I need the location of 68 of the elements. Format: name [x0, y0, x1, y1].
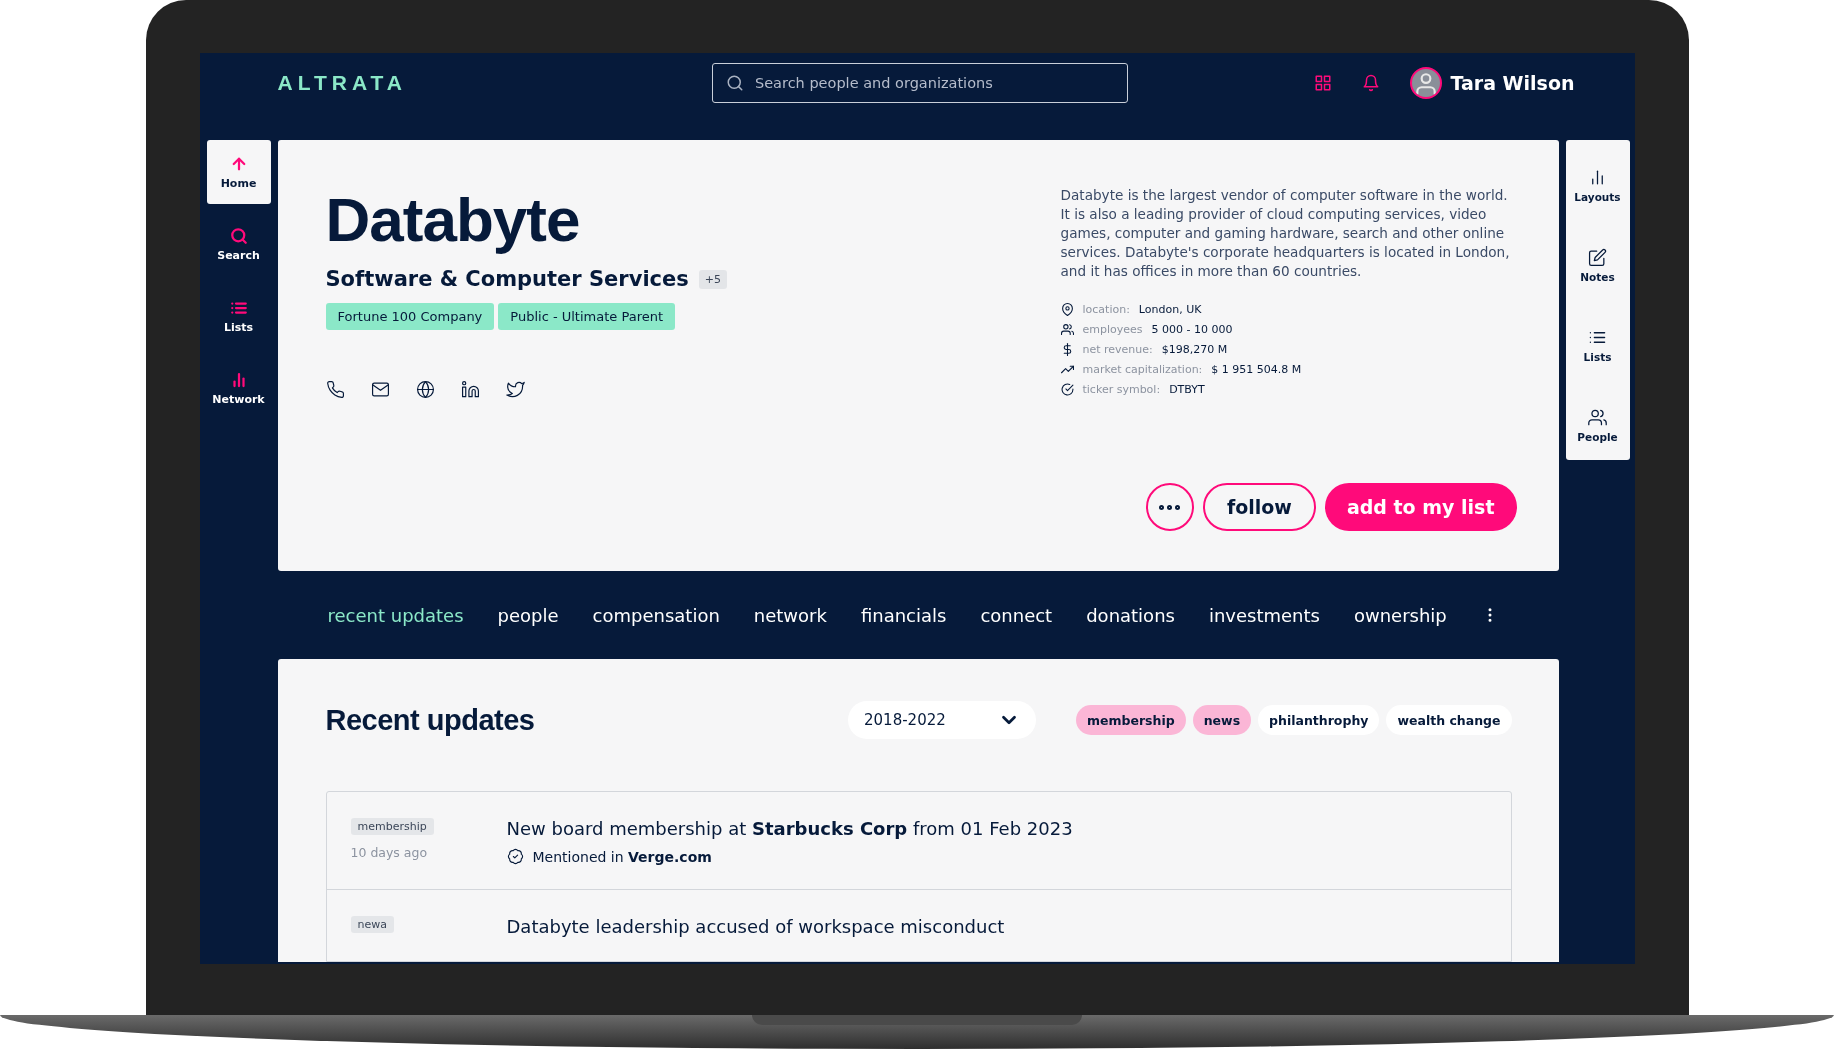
people-icon	[1588, 407, 1607, 427]
tab[interactable]: ownership	[1353, 604, 1447, 626]
follow-button[interactable]: follow	[1202, 483, 1316, 531]
nav-item[interactable]: Network	[206, 356, 271, 420]
panel-button[interactable]: Notes	[1567, 234, 1628, 296]
fact-label: employees	[1082, 323, 1143, 336]
search-field[interactable]: Search people and organizations	[712, 62, 1128, 103]
trend-chart-icon	[1060, 363, 1074, 376]
fact-value: DTBYT	[1169, 383, 1205, 396]
update-headline[interactable]: Databyte leadership accused of workspace misconduct	[506, 916, 1005, 937]
linkedin-icon[interactable]	[460, 380, 480, 399]
filter-chip[interactable]: philanthrophy	[1258, 705, 1380, 735]
fact-label: market capitalization:	[1082, 363, 1203, 376]
company-description: Databyte is the largest vendor of computer software in the world. It is also a leading provider of cloud computing services, video games, computer and gaming hardware, search and other online services. Databyte's corporate headquarters is located in London, and it has offices in more than 60 countries.	[1060, 186, 1511, 281]
company-tag: Fortune 100 Company	[325, 303, 495, 330]
tab[interactable]: people	[497, 604, 559, 626]
update-source: Mentioned in Verge.com	[532, 848, 712, 865]
check-circle-icon	[1060, 383, 1074, 396]
panel-button[interactable]: Layouts	[1567, 154, 1628, 216]
fact-value: 5 000 - 10 000	[1151, 323, 1233, 336]
update-tag: newa	[350, 916, 394, 933]
update-time: 10 days ago	[350, 845, 428, 860]
tab[interactable]: recent updates	[327, 604, 464, 626]
nav-item[interactable]: Lists	[206, 284, 271, 348]
search-icon	[229, 226, 248, 245]
period-dropdown[interactable]: 2018-2022	[848, 701, 1036, 739]
tab[interactable]: financials	[860, 604, 947, 626]
filter-chip[interactable]: wealth change	[1386, 705, 1512, 735]
fact-value: London, UK	[1138, 303, 1202, 316]
extra-count[interactable]: +5	[698, 269, 727, 289]
tab[interactable]: connect	[980, 604, 1053, 626]
avatar[interactable]	[1410, 66, 1443, 99]
update-tag: membership	[350, 818, 434, 835]
company-name: Databyte	[325, 184, 581, 255]
fact-label: location:	[1082, 303, 1130, 316]
section-title: Recent updates	[325, 703, 535, 737]
user-name: Tara Wilson	[1450, 71, 1575, 94]
notification-bell-icon[interactable]	[1362, 73, 1381, 92]
globe-icon[interactable]	[415, 380, 435, 399]
badge-check-icon	[506, 848, 524, 865]
nav-item[interactable]: Search	[206, 212, 271, 276]
panel-button[interactable]: Lists	[1567, 314, 1628, 376]
people-icon	[1060, 323, 1074, 336]
grid-icon[interactable]	[1314, 73, 1333, 92]
fact-label: net revenue:	[1082, 343, 1153, 356]
twitter-icon[interactable]	[505, 380, 525, 399]
edit-icon	[1588, 247, 1607, 267]
filter-chip[interactable]: news	[1192, 705, 1252, 735]
update-headline[interactable]: New board membership at Starbucks Corp from 01 Feb 2023	[506, 818, 1073, 839]
filter-chip[interactable]: membership	[1076, 705, 1186, 735]
panel-button[interactable]: People	[1567, 394, 1628, 456]
tab[interactable]: investments	[1208, 604, 1320, 626]
map-pin-icon	[1060, 303, 1074, 316]
fact-value: $198,270 M	[1161, 343, 1228, 356]
company-tag: Public - Ultimate Parent	[498, 303, 676, 330]
fact-label: ticker symbol:	[1082, 383, 1161, 396]
add-to-list-button[interactable]: add to my list	[1324, 483, 1517, 531]
tab[interactable]: network	[753, 604, 827, 626]
mail-icon[interactable]	[370, 380, 390, 399]
search-icon	[726, 73, 744, 92]
nav-item[interactable]: Home	[206, 140, 271, 204]
more-options-button[interactable]	[1145, 483, 1194, 531]
tab[interactable]: donations	[1086, 604, 1175, 626]
phone-icon[interactable]	[325, 380, 345, 399]
tab[interactable]: compensation	[592, 604, 720, 626]
industry-label: Software & Computer Services	[325, 267, 689, 291]
brand-logo: ALTRATA	[277, 70, 407, 95]
fact-value: $ 1 951 504.8 M	[1211, 363, 1302, 376]
